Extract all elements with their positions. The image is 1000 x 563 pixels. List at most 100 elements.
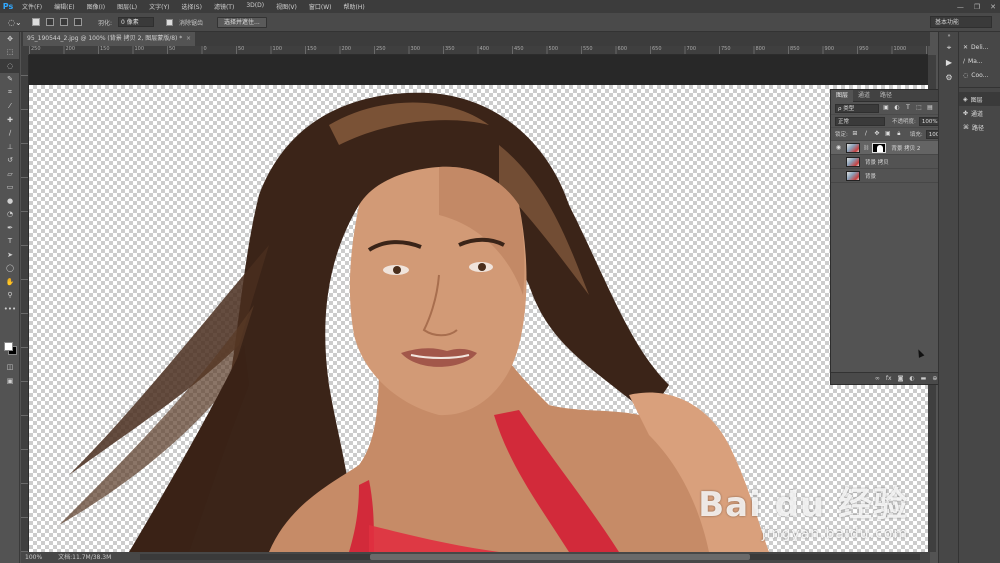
menu-item[interactable]: 滤镜(T) — [208, 2, 240, 11]
crop-tool-icon[interactable]: ⌗ — [0, 86, 20, 100]
filter-smart-object-icon[interactable]: ▤ — [926, 104, 934, 112]
lock-position-icon[interactable]: ✥ — [873, 130, 881, 138]
hand-tool-icon[interactable]: ✋ — [0, 275, 20, 289]
fx-icon[interactable]: fx — [886, 375, 892, 382]
zoom-tool-icon[interactable]: ⚲ — [0, 289, 20, 303]
pen-tool-icon[interactable]: ✒ — [0, 221, 20, 235]
lock-transparent-icon[interactable]: ⊞ — [851, 130, 859, 138]
lock-artboard-icon[interactable]: ▣ — [884, 130, 892, 138]
history-icon[interactable]: ⌖ — [939, 40, 959, 55]
layer-thumbnail[interactable] — [846, 170, 860, 181]
filter-adjustment-icon[interactable]: ◐ — [893, 104, 901, 112]
close-icon[interactable]: ✕ — [990, 3, 996, 11]
blend-mode-select[interactable]: 正常 — [835, 116, 885, 126]
gradient-tool-icon[interactable]: ▭ — [0, 181, 20, 195]
menu-item[interactable]: 编辑(E) — [48, 2, 80, 11]
mask-icon[interactable]: ◙ — [898, 375, 904, 382]
subtract-selection-icon[interactable] — [60, 18, 68, 26]
select-and-mask-button[interactable]: 选择并遮住... — [217, 16, 267, 28]
tab-layers[interactable]: 图层 — [831, 89, 854, 102]
zoom-level[interactable]: 100% — [25, 552, 42, 563]
adjustment-icon[interactable]: ◐ — [909, 375, 914, 382]
document-size[interactable]: 文档:11.7M/38.3M — [58, 552, 111, 563]
new-layer-icon[interactable]: ⊕ — [932, 375, 937, 382]
folder-icon[interactable]: ▬ — [921, 375, 927, 382]
horizontal-scrollbar[interactable] — [140, 554, 920, 560]
minimize-icon[interactable]: — — [957, 3, 964, 11]
quick-select-tool-icon[interactable]: ✎ — [0, 73, 20, 87]
layer-mask-thumbnail[interactable] — [872, 142, 887, 153]
move-tool-icon[interactable]: ✥ — [0, 32, 20, 46]
menu-item[interactable]: 窗口(W) — [303, 2, 338, 11]
dodge-tool-icon[interactable]: ◔ — [0, 208, 20, 222]
document-tab[interactable]: 95_190544_2.jpg @ 100% (背景 拷贝 2, 图层蒙版/8)… — [23, 32, 195, 46]
foreground-color-swatch[interactable] — [4, 342, 13, 351]
ruler-tick-label: 150 — [100, 46, 110, 52]
horizontal-ruler[interactable]: 250 200 150 100 50 0 50 100 150 200 250 300 350 400 45… — [29, 46, 928, 55]
new-selection-icon[interactable] — [32, 18, 40, 26]
actions-play-icon[interactable]: ▶ — [939, 55, 959, 70]
intersect-selection-icon[interactable] — [74, 18, 82, 26]
mask-link-icon[interactable]: ⛓ — [863, 145, 869, 151]
eraser-tool-icon[interactable]: ▱ — [0, 167, 20, 181]
healing-brush-tool-icon[interactable]: ✚ — [0, 113, 20, 127]
menu-item[interactable]: 图像(I) — [81, 2, 111, 11]
horizontal-scroll-thumb[interactable] — [370, 554, 750, 560]
workspace-select[interactable]: 基本功能 — [930, 16, 992, 28]
eyedropper-tool-icon[interactable]: ⁄ — [0, 100, 20, 114]
vertical-ruler[interactable] — [21, 55, 29, 552]
clone-stamp-tool-icon[interactable]: ⊥ — [0, 140, 20, 154]
layer-name[interactable]: 背景 拷贝 — [865, 158, 889, 166]
lasso-tool-preset-icon[interactable]: ◌⌄ — [8, 18, 26, 27]
screen-mode-icon[interactable]: ▣ — [0, 374, 20, 388]
lasso-tool-icon[interactable]: ◌ — [0, 59, 20, 73]
menu-item[interactable]: 文件(F) — [16, 2, 48, 11]
dock-item-deli[interactable]: ✕ Deli... — [959, 40, 1000, 54]
opacity-label: 不透明度: — [892, 119, 916, 125]
tab-channels[interactable]: 通道 — [853, 90, 875, 102]
lock-image-icon[interactable]: ∕ — [862, 130, 870, 138]
filter-pixel-icon[interactable]: ▣ — [882, 104, 890, 112]
ruler-corner[interactable] — [21, 46, 29, 55]
add-selection-icon[interactable] — [46, 18, 54, 26]
dock-item-layers[interactable]: ◈ 图层 — [959, 92, 1000, 106]
marquee-tool-icon[interactable]: ⬚ — [0, 46, 20, 60]
antialias-checkbox[interactable] — [166, 18, 174, 26]
dock-item-ma[interactable]: ∕ Ma... — [959, 54, 1000, 68]
canvas-area[interactable]: Bai du 经验 jingyan.baidu.com — [29, 55, 928, 552]
menu-item[interactable]: 文字(Y) — [143, 2, 175, 11]
feather-input[interactable]: 0 像素 — [118, 17, 155, 27]
menu-item[interactable]: 图层(L) — [111, 2, 143, 11]
filter-kind-select[interactable]: ρ 类型 — [835, 103, 879, 113]
filter-type-icon[interactable]: T — [904, 104, 912, 112]
dock-item-channels[interactable]: ✤ 通道 — [959, 106, 1000, 120]
shape-tool-icon[interactable]: ◯ — [0, 262, 20, 276]
menu-item[interactable]: 视图(V) — [270, 2, 303, 11]
brush-tool-icon[interactable]: ∕ — [0, 127, 20, 141]
lock-all-icon[interactable]: 🔒︎ — [895, 130, 903, 138]
menu-item[interactable]: 帮助(H) — [338, 2, 371, 11]
quick-mask-icon[interactable]: ◫ — [0, 360, 20, 374]
layer-name[interactable]: 背景 拷贝 2 — [891, 144, 920, 152]
blur-tool-icon[interactable]: ● — [0, 194, 20, 208]
close-tab-icon[interactable]: × — [186, 32, 191, 46]
properties-icon[interactable]: ⚙ — [939, 70, 959, 85]
tab-paths[interactable]: 路径 — [875, 90, 897, 102]
menu-item[interactable]: 选择(S) — [175, 2, 208, 11]
collapse-icon[interactable]: » — [939, 32, 959, 40]
dock-item-paths[interactable]: ⌘ 路径 — [959, 120, 1000, 134]
layer-thumbnail[interactable] — [846, 142, 860, 153]
path-select-tool-icon[interactable]: ➤ — [0, 248, 20, 262]
more-tools-icon[interactable]: ••• — [0, 302, 20, 316]
link-icon[interactable]: ∞ — [875, 375, 880, 382]
restore-icon[interactable]: ❐ — [974, 3, 980, 11]
layer-thumbnail[interactable] — [846, 156, 860, 167]
dock-item-coo[interactable]: ◌ Coo... — [959, 68, 1000, 82]
menu-item[interactable]: 3D(D) — [240, 2, 270, 11]
filter-shape-icon[interactable]: ⬚ — [915, 104, 923, 112]
visibility-eye-icon[interactable]: ◉ — [834, 143, 843, 152]
history-brush-tool-icon[interactable]: ↺ — [0, 154, 20, 168]
layer-name[interactable]: 背景 — [865, 172, 876, 180]
transparent-canvas[interactable]: Bai du 经验 jingyan.baidu.com — [29, 85, 928, 552]
type-tool-icon[interactable]: T — [0, 235, 20, 249]
